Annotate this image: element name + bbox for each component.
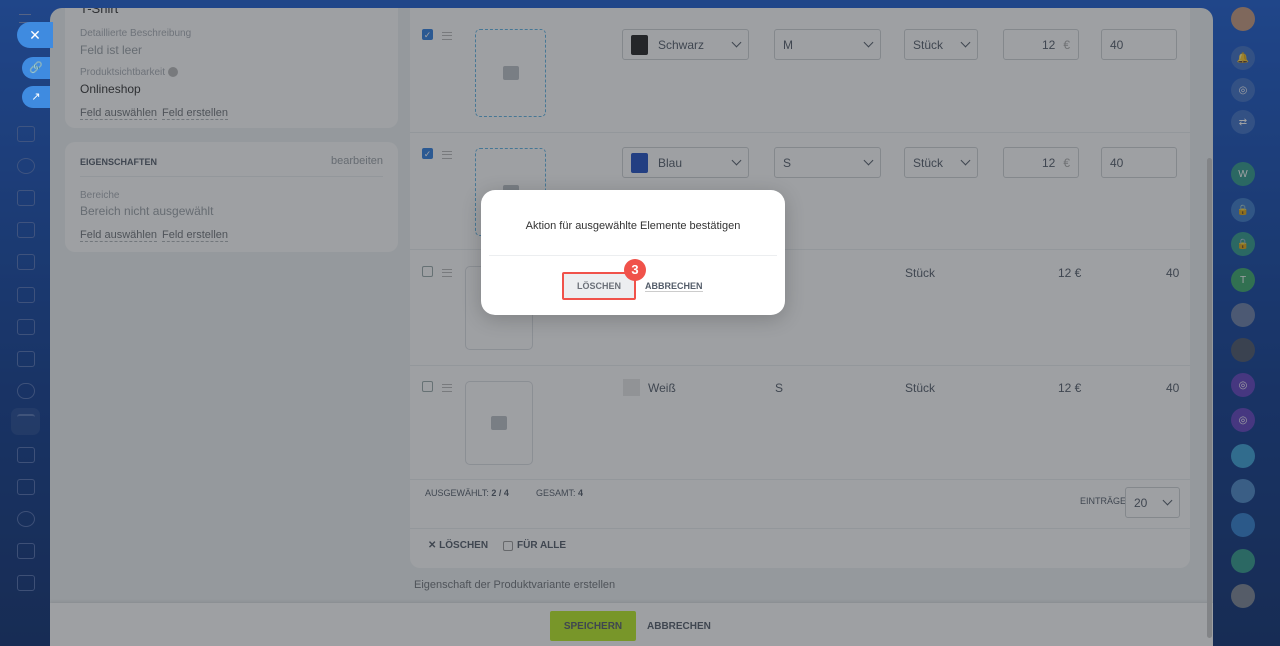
dialog-message: Aktion für ausgewählte Elemente bestätig…	[525, 220, 741, 232]
confirm-dialog: Aktion für ausgewählte Elemente bestätig…	[481, 190, 785, 315]
close-slider-button[interactable]: ✕	[17, 22, 53, 48]
step-badge: 3	[624, 259, 646, 281]
link-icon[interactable]: 🔗	[22, 57, 50, 79]
confirm-delete-button[interactable]: LÖSCHEN	[562, 272, 636, 300]
dialog-cancel-button[interactable]: ABBRECHEN	[645, 281, 703, 292]
dialog-divider	[489, 255, 777, 256]
open-new-window-icon[interactable]: ↗	[22, 86, 50, 108]
modal-overlay	[0, 0, 1280, 646]
